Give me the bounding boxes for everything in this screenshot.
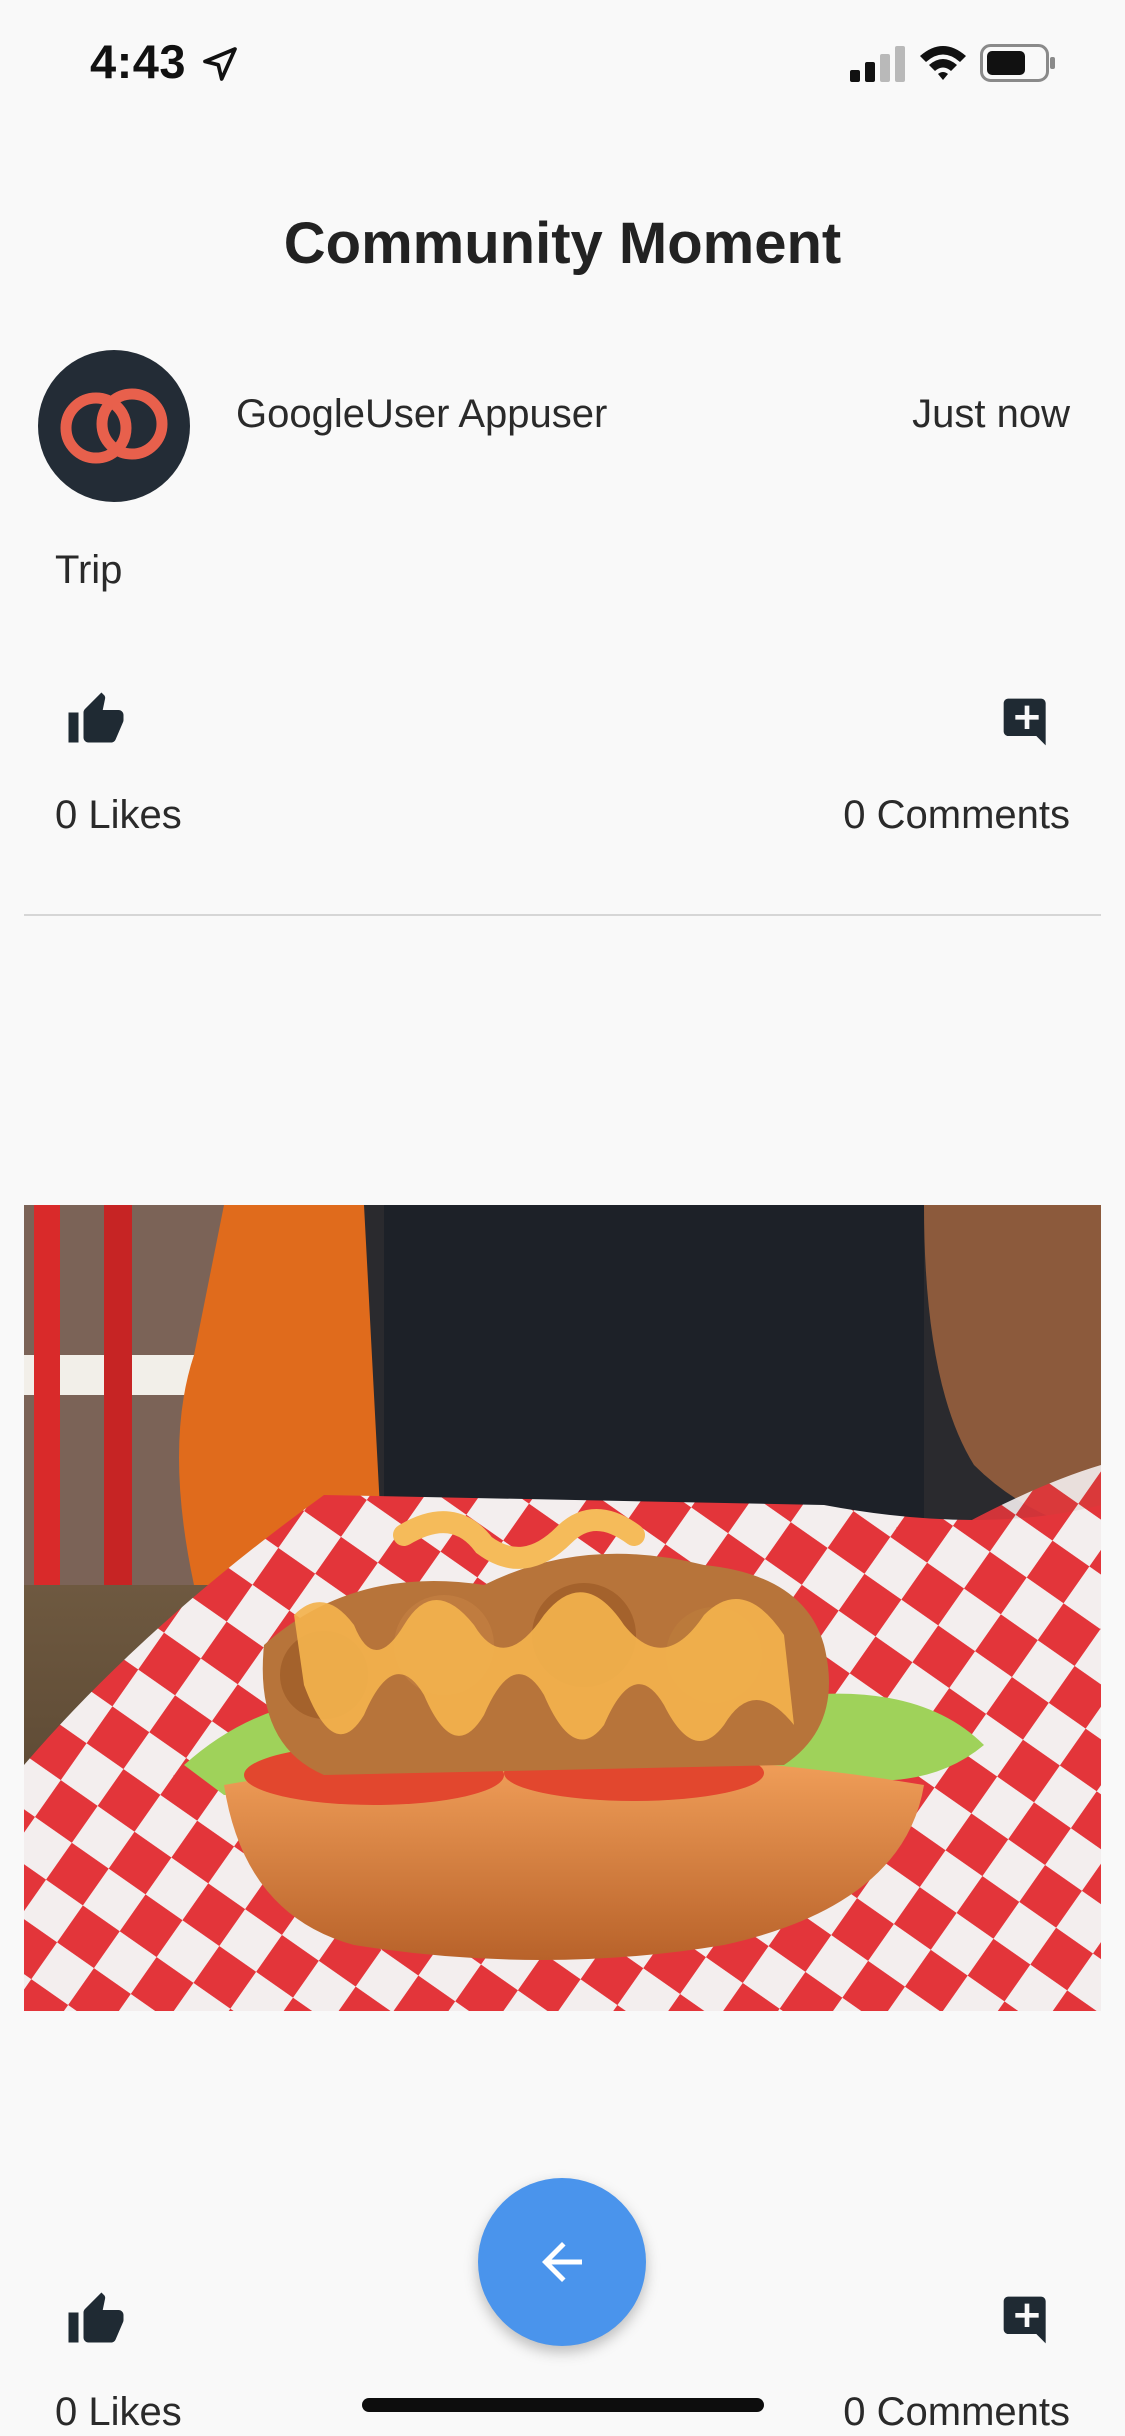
comment-button-bottom[interactable] [999,2292,1055,2348]
like-button[interactable] [66,690,126,750]
add-comment-icon [1003,2296,1046,2344]
home-indicator[interactable] [362,2398,764,2412]
arrow-left-icon [542,2242,582,2282]
post-text: Trip [55,548,123,592]
comment-button[interactable] [999,694,1055,750]
avatar[interactable] [38,350,190,502]
comments-count-bottom: 0 Comments [843,2390,1070,2434]
likes-count-bottom: 0 Likes [55,2390,182,2434]
status-time: 4:43 [90,35,187,88]
add-comment-icon [1003,698,1046,746]
back-button[interactable] [478,2178,646,2346]
thumbs-up-icon [68,692,124,743]
post-timestamp: Just now [912,392,1070,436]
cellular-signal-icon [850,46,906,82]
app-logo-icon [60,388,168,464]
likes-count: 0 Likes [55,793,182,837]
location-arrow-icon [200,44,240,84]
page-title: Community Moment [283,211,842,276]
author-name[interactable]: GoogleUser Appuser [236,392,607,437]
battery-icon [980,44,1056,82]
like-button-bottom[interactable] [66,2290,126,2350]
status-bar: 4:43 [0,0,1125,130]
comments-count: 0 Comments [843,793,1070,837]
divider [24,914,1101,916]
thumbs-up-icon [68,2292,124,2343]
wifi-icon [918,42,968,82]
post-photo[interactable] [24,1205,1101,2011]
